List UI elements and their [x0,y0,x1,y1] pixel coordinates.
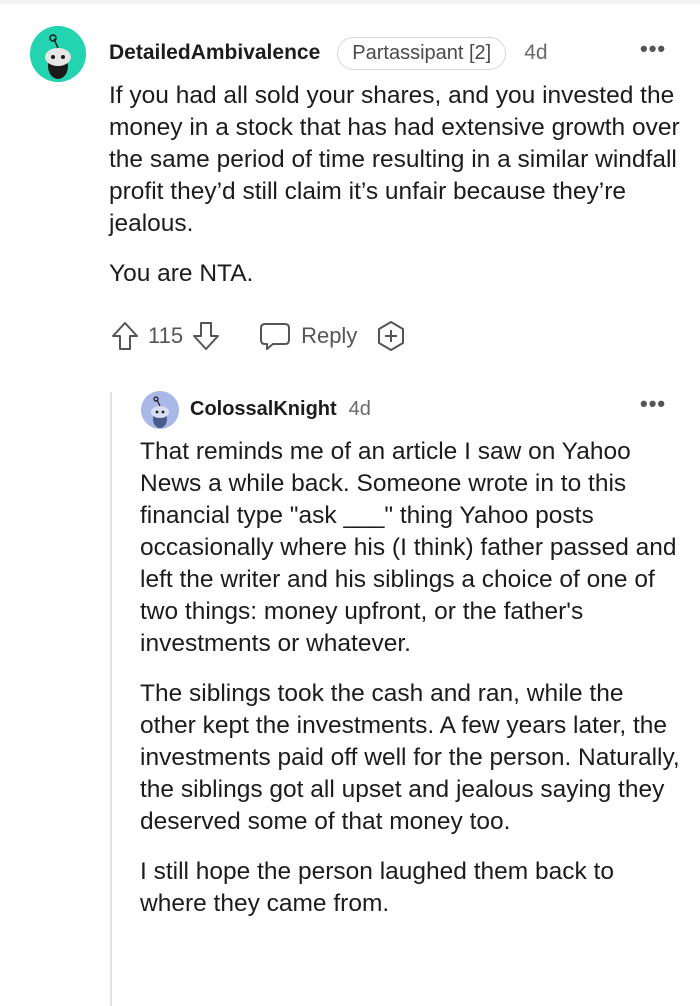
downvote-arrow-icon [193,322,220,350]
reply-body: That reminds me of an article I saw on Y… [140,436,685,938]
snoo-avatar-icon [30,26,86,82]
award-button[interactable] [375,320,407,352]
user-avatar[interactable] [30,26,86,82]
more-options-icon[interactable]: ••• [640,36,666,62]
comment-paragraph: You are NTA. [109,260,254,287]
reply-paragraph: That reminds me of an article I saw on Y… [140,438,677,657]
reply-paragraph: I still hope the person laughed them bac… [140,858,614,917]
speech-bubble-icon [260,323,291,350]
comment-age: 4d [524,41,548,64]
comment-header: DetailedAmbivalence Partassipant [2] 4d [109,34,548,72]
vote-count: 115 [148,323,184,348]
reply-paragraph: The siblings took the cash and ran, whil… [140,680,680,835]
top-divider [0,0,700,4]
reply-user-avatar[interactable] [141,391,179,429]
user-flair: Partassipant [2] [337,36,507,70]
downvote-button[interactable] [191,320,221,352]
reply-header: ColossalKnight 4d [190,395,371,423]
upvote-button[interactable] [110,320,140,352]
reply-label: Reply [301,323,358,348]
thread-line[interactable] [110,392,112,1006]
snoo-avatar-icon [141,391,179,429]
reply-username[interactable]: ColossalKnight [190,398,337,421]
add-award-icon [378,321,405,351]
comment-actions: 115 Reply [110,316,407,356]
upvote-arrow-icon [112,322,138,350]
comment-paragraph: If you had all sold your shares, and you… [109,82,680,237]
more-options-icon[interactable]: ••• [640,391,666,417]
reply-age: 4d [348,397,371,420]
comment-body: If you had all sold your shares, and you… [109,80,684,308]
reply-button[interactable]: Reply [259,321,357,351]
comment-username[interactable]: DetailedAmbivalence [109,41,320,65]
